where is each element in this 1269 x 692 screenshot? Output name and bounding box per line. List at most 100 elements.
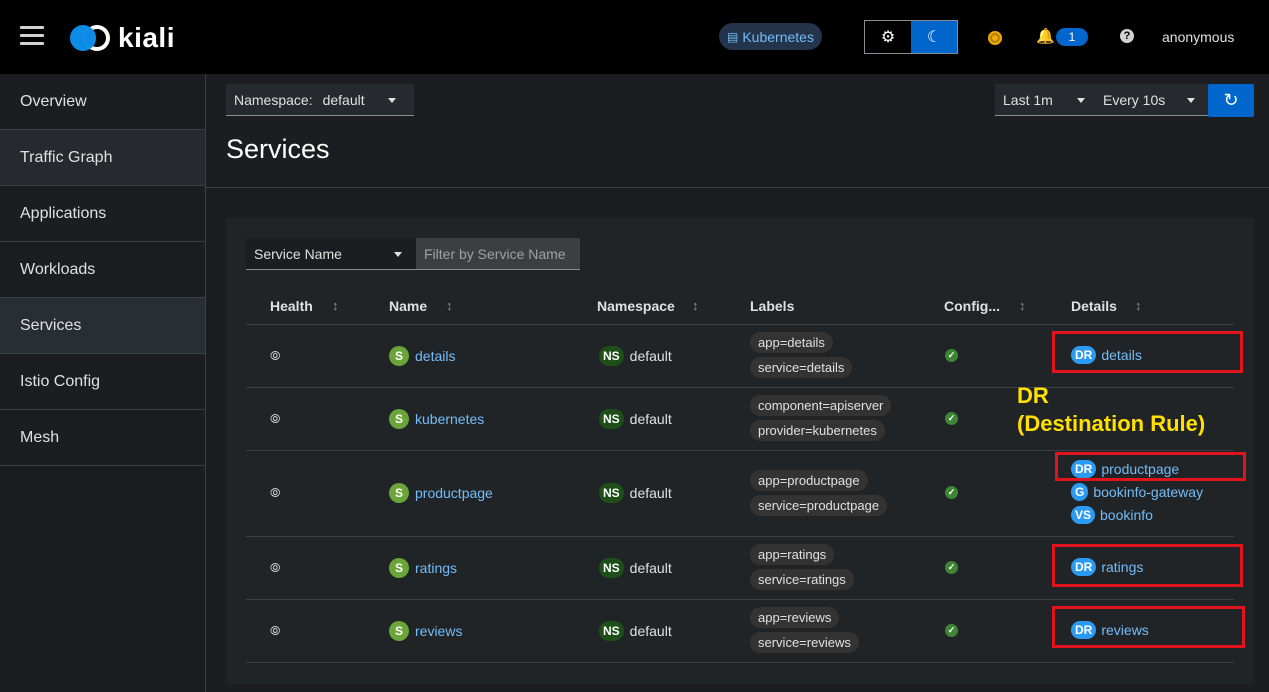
sidebar-item-workloads[interactable]: Workloads xyxy=(0,242,205,298)
namespace-dropdown[interactable]: Namespace: default xyxy=(226,84,414,116)
light-theme-icon[interactable]: ⚙ xyxy=(865,21,911,53)
sidebar-item-mesh[interactable]: Mesh xyxy=(0,410,205,466)
highlight-box xyxy=(1052,331,1243,373)
table-row-name: S ratings xyxy=(389,558,457,578)
namespace-text: default xyxy=(629,411,672,427)
divider xyxy=(206,187,1269,188)
namespace-text: default xyxy=(629,560,672,576)
service-badge: S xyxy=(389,621,409,641)
config-valid-icon[interactable]: ✓ xyxy=(945,349,958,362)
sidebar-item-traffic-graph[interactable]: Traffic Graph xyxy=(0,130,205,186)
bell-icon[interactable]: 🔔 xyxy=(1036,27,1055,45)
sidebar-item-overview[interactable]: Overview xyxy=(0,74,205,130)
label-chip: app=productpage xyxy=(750,470,868,491)
label-chip: service=details xyxy=(750,357,853,378)
chevron-down-icon xyxy=(394,252,402,257)
user-menu[interactable]: anonymous xyxy=(1162,29,1234,45)
namespace-badge: NS xyxy=(599,558,624,578)
table-row-namespace: NS default xyxy=(599,483,672,503)
service-link[interactable]: ratings xyxy=(415,560,457,576)
notification-count-badge[interactable]: 1 xyxy=(1056,28,1088,46)
table-row-name: S productpage xyxy=(389,483,493,503)
label-chip: app=ratings xyxy=(750,544,835,565)
health-unknown-icon[interactable]: ⦾ xyxy=(270,623,280,639)
row-divider xyxy=(246,324,1234,325)
refresh-button[interactable]: ↻ xyxy=(1208,84,1254,117)
health-unknown-icon[interactable]: ⦾ xyxy=(270,411,280,427)
column-header-name[interactable]: Name xyxy=(389,298,427,314)
kiali-logo-icon xyxy=(70,25,110,51)
gateway-link[interactable]: bookinfo-gateway xyxy=(1093,484,1203,500)
row-divider xyxy=(246,536,1234,537)
virtual-service-link[interactable]: bookinfo xyxy=(1100,507,1153,523)
theme-toggle: ⚙ ☾ xyxy=(864,20,958,54)
label-chip: provider=kubernetes xyxy=(750,420,885,441)
column-header-config[interactable]: Config... xyxy=(944,298,1000,314)
time-range-dropdown[interactable]: Last 1m xyxy=(995,84,1099,116)
cluster-icon: ▤ xyxy=(727,29,739,44)
chevron-down-icon xyxy=(1077,98,1085,103)
menu-toggle-icon[interactable] xyxy=(20,26,44,46)
annotation-text: DR (Destination Rule) xyxy=(1017,382,1205,438)
help-icon[interactable]: ? xyxy=(1120,29,1134,43)
config-valid-icon[interactable]: ✓ xyxy=(945,486,958,499)
column-header-health[interactable]: Health xyxy=(270,298,313,314)
health-unknown-icon[interactable]: ⦾ xyxy=(270,560,280,576)
row-divider xyxy=(246,450,1234,451)
kiali-logo[interactable]: kiali xyxy=(68,22,175,54)
health-unknown-icon[interactable]: ⦾ xyxy=(270,485,280,501)
sidebar-item-applications[interactable]: Applications xyxy=(0,186,205,242)
row-divider xyxy=(246,599,1234,600)
config-valid-icon[interactable]: ✓ xyxy=(945,412,958,425)
column-header-namespace[interactable]: Namespace xyxy=(597,298,675,314)
config-valid-icon[interactable]: ✓ xyxy=(945,624,958,637)
label-chip: service=ratings xyxy=(750,569,854,590)
namespace-badge: NS xyxy=(599,409,624,429)
table-row-namespace: NS default xyxy=(599,558,672,578)
istio-status-icon[interactable] xyxy=(988,31,1002,45)
highlight-box xyxy=(1052,606,1245,648)
sort-icon[interactable]: ↕ xyxy=(1135,298,1142,313)
refresh-interval-dropdown[interactable]: Every 10s xyxy=(1095,84,1209,116)
sort-icon[interactable]: ↕ xyxy=(446,298,453,313)
column-header-labels: Labels xyxy=(750,298,795,314)
sidebar-item-istio-config[interactable]: Istio Config xyxy=(0,354,205,410)
namespace-badge: NS xyxy=(599,346,624,366)
namespace-text: default xyxy=(629,348,672,364)
table-row-name: S details xyxy=(389,346,455,366)
service-badge: S xyxy=(389,558,409,578)
filter-type-value: Service Name xyxy=(254,245,342,262)
sort-icon[interactable]: ↕ xyxy=(692,298,699,313)
sort-icon[interactable]: ↕ xyxy=(332,298,339,313)
highlight-box xyxy=(1052,544,1243,587)
label-chip: component=apiserver xyxy=(750,395,892,416)
namespace-label: Namespace: xyxy=(234,91,313,108)
namespace-badge: NS xyxy=(599,483,624,503)
refresh-interval-value: Every 10s xyxy=(1103,91,1166,108)
page-title: Services xyxy=(226,134,330,164)
annotation-line2: (Destination Rule) xyxy=(1017,411,1206,436)
service-link[interactable]: kubernetes xyxy=(415,411,484,427)
table-row-name: S kubernetes xyxy=(389,409,484,429)
service-link[interactable]: reviews xyxy=(415,623,462,639)
filter-type-dropdown[interactable]: Service Name xyxy=(246,238,416,270)
highlight-box xyxy=(1055,452,1246,481)
service-link[interactable]: details xyxy=(415,348,455,364)
service-link[interactable]: productpage xyxy=(415,485,493,501)
detail-item: G bookinfo-gateway xyxy=(1071,483,1203,501)
sidebar-nav: Overview Traffic Graph Applications Work… xyxy=(0,74,206,692)
health-unknown-icon[interactable]: ⦾ xyxy=(270,348,280,364)
time-range-value: Last 1m xyxy=(1003,91,1053,108)
dark-theme-icon[interactable]: ☾ xyxy=(911,21,957,53)
sidebar-item-services[interactable]: Services xyxy=(0,298,205,354)
namespace-badge: NS xyxy=(599,621,624,641)
table-row-namespace: NS default xyxy=(599,346,672,366)
service-badge: S xyxy=(389,346,409,366)
service-name-filter-input[interactable] xyxy=(416,238,580,270)
refresh-icon: ↻ xyxy=(1223,90,1239,110)
sort-icon[interactable]: ↕ xyxy=(1019,298,1026,313)
label-chip: service=reviews xyxy=(750,632,859,653)
column-header-details[interactable]: Details xyxy=(1071,298,1117,314)
label-chip: app=details xyxy=(750,332,833,353)
config-valid-icon[interactable]: ✓ xyxy=(945,561,958,574)
